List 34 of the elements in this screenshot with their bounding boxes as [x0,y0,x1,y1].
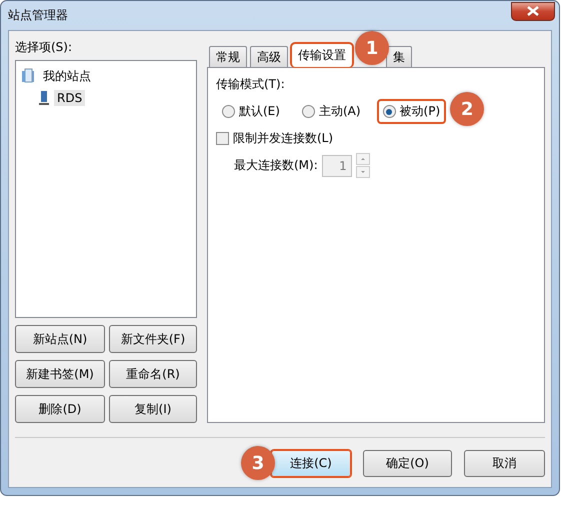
tree-label: 选择项(S): [15,39,74,56]
tab[interactable]: 常规 [209,46,247,67]
window-title: 站点管理器 [8,7,68,24]
max-connections-label: 最大连接数(M): [234,157,318,174]
callout-badge: 1 [355,31,389,65]
site-button[interactable]: 重命名(R) [109,360,197,388]
callout-badge: 3 [241,446,275,480]
dialog-button[interactable]: 取消 [464,450,545,477]
tree-item[interactable]: 我的站点 [40,66,94,86]
tree-item[interactable]: RDS [54,90,86,106]
radio-button[interactable] [222,105,235,118]
close-button[interactable] [511,2,555,20]
site-button[interactable]: 新文件夹(F) [109,325,197,353]
site-button[interactable]: 新站点(N) [15,325,105,353]
server-icon [38,90,50,106]
site-button[interactable]: 删除(D) [15,395,105,423]
radio-button[interactable] [302,105,315,118]
checkbox[interactable] [216,132,229,145]
radio-label: 主动(A) [318,103,361,120]
tab[interactable]: 传输设置 [291,43,353,67]
close-icon [527,6,539,16]
site-button[interactable]: 新建书签(M) [15,360,105,388]
radio-button[interactable] [382,105,396,118]
tab[interactable]: 高级 [250,46,288,67]
callout-badge: 2 [450,92,484,126]
checkbox-label: 限制并发连接数(L) [233,130,334,147]
site-button[interactable]: 复制(I) [109,395,197,423]
dialog-button[interactable]: 连接(C) [271,450,351,477]
radio-label: 被动(P) [400,103,440,120]
mode-label: 传输模式(T): [216,76,286,93]
dialog-button[interactable]: 确定(O) [363,450,452,477]
radio-label: 默认(E) [239,103,280,120]
folder-icon [20,68,36,84]
tab[interactable]: 集 [386,46,412,67]
